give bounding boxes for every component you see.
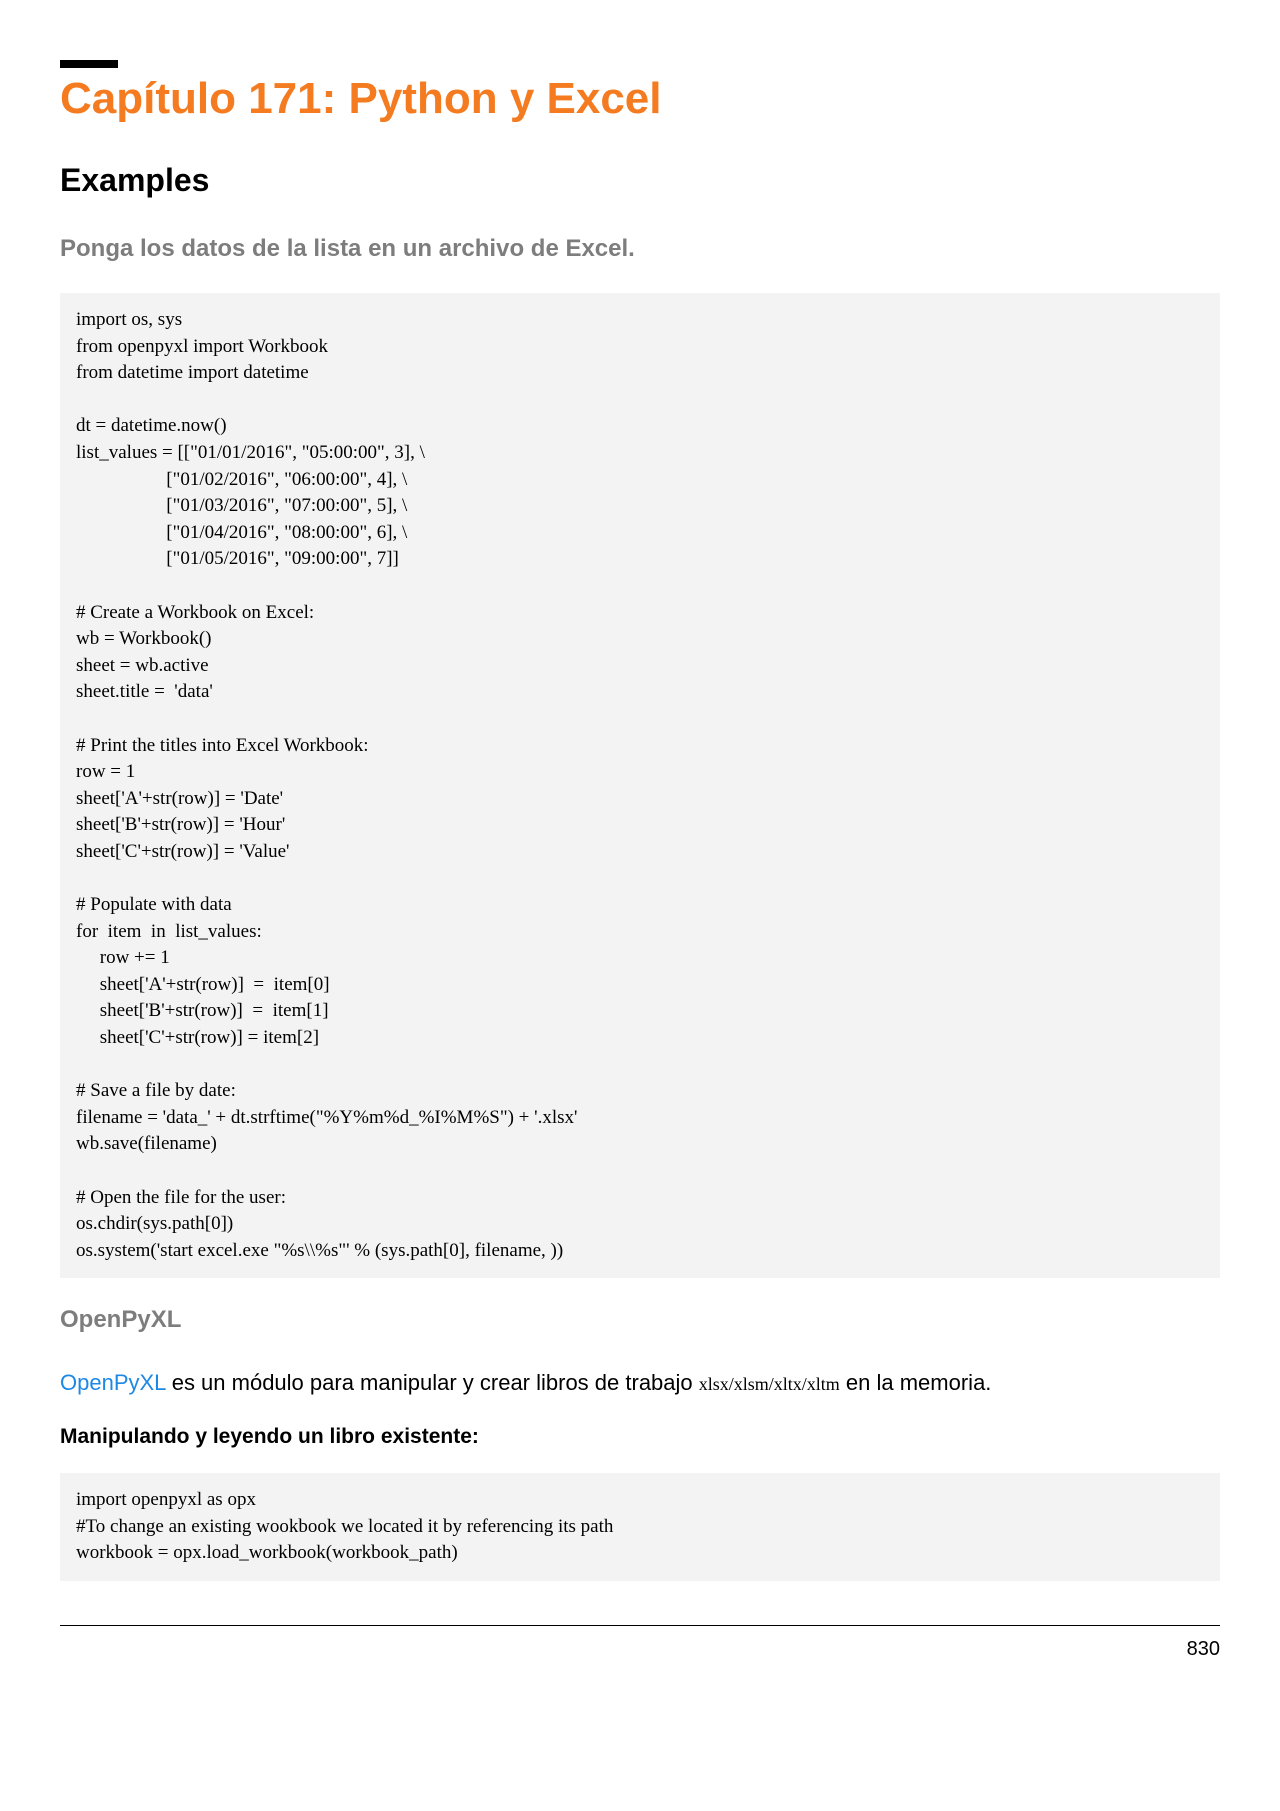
openpyxl-inline-code: xlsx/xlsm/xltx/xltm [699,1374,840,1394]
openpyxl-description: OpenPyXL es un módulo para manipular y c… [60,1368,1220,1399]
code-block-1: import os, sys from openpyxl import Work… [60,293,1220,1278]
footer-divider: 830 [60,1625,1220,1661]
page-number: 830 [60,1638,1220,1661]
openpyxl-link[interactable]: OpenPyXL [60,1370,166,1395]
chapter-title: Capítulo 171: Python y Excel [60,74,1220,124]
manipulating-heading: Manipulando y leyendo un libro existente… [60,1425,1220,1449]
chapter-rule [60,60,118,68]
example-subtitle: Ponga los datos de la lista en un archiv… [60,235,1220,263]
openpyxl-text-2: en la memoria. [840,1370,992,1395]
openpyxl-text-1: es un módulo para manipular y crear libr… [166,1370,699,1395]
openpyxl-heading: OpenPyXL [60,1306,1220,1334]
examples-heading: Examples [60,162,1220,199]
code-block-2: import openpyxl as opx #To change an exi… [60,1473,1220,1581]
